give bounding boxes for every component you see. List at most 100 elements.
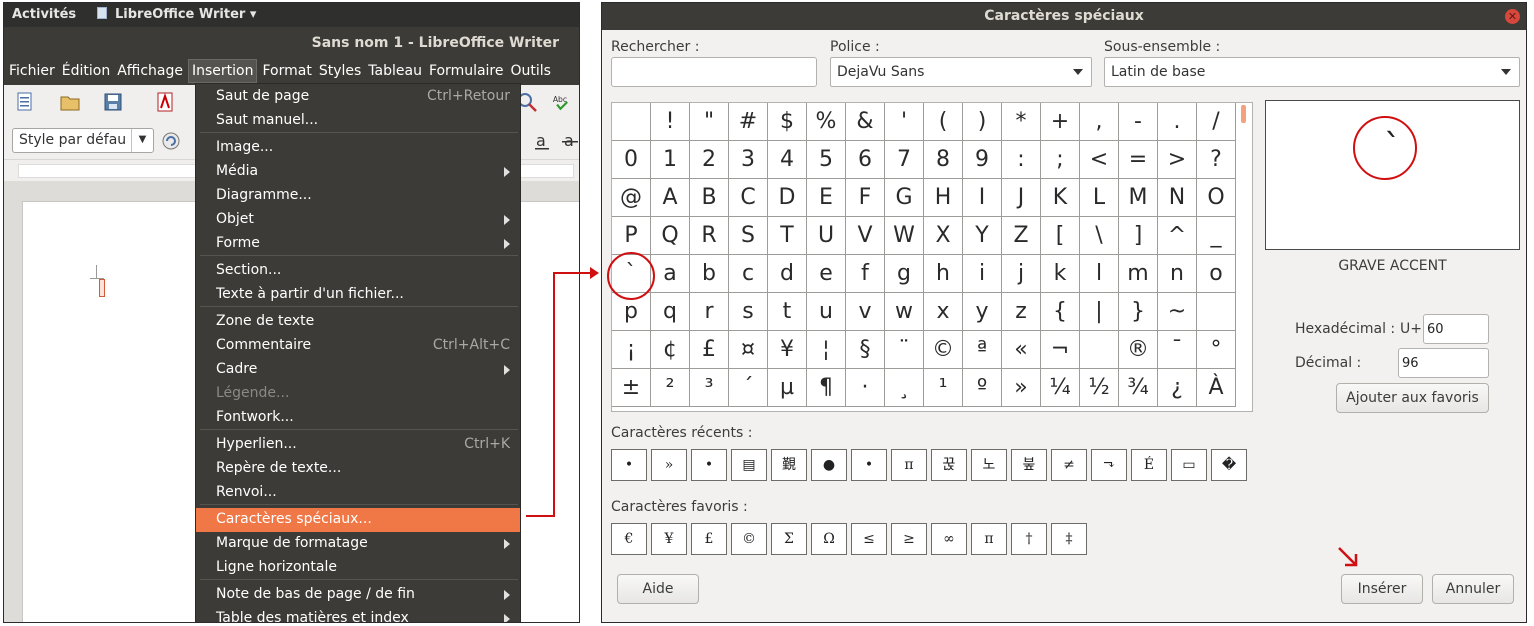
character-cell[interactable]: µ — [768, 369, 807, 407]
character-cell[interactable]: _ — [1197, 217, 1236, 255]
character-cell[interactable]: § — [846, 331, 885, 369]
character-cell[interactable]: ¹ — [924, 369, 963, 407]
favorite-character-cell[interactable]: Σ — [771, 523, 807, 555]
character-cell[interactable]: I — [963, 179, 1002, 217]
character-cell[interactable]: O — [1197, 179, 1236, 217]
character-cell[interactable]: ) — [963, 103, 1002, 141]
character-cell[interactable] — [1197, 293, 1236, 331]
character-cell[interactable]: Y — [963, 217, 1002, 255]
character-cell[interactable]: B — [690, 179, 729, 217]
menu-outils[interactable]: Outils — [509, 59, 553, 83]
character-cell[interactable]: ] — [1119, 217, 1158, 255]
character-cell[interactable]: f — [846, 255, 885, 293]
character-cell[interactable]: Q — [651, 217, 690, 255]
character-cell[interactable]: X — [924, 217, 963, 255]
character-cell[interactable]: 4 — [768, 141, 807, 179]
character-cell[interactable]: 7 — [885, 141, 924, 179]
character-cell[interactable]: s — [729, 293, 768, 331]
recent-character-cell[interactable]: » — [651, 449, 687, 481]
character-cell[interactable]: U — [807, 217, 846, 255]
insert-menu-item-hyperlien[interactable]: Hyperlien... Ctrl+K — [196, 433, 520, 457]
character-cell[interactable] — [1080, 331, 1119, 369]
chevron-down-icon[interactable]: ▼ — [131, 129, 153, 152]
insert-menu-item-saut-de-page[interactable]: Saut de page Ctrl+Retour — [196, 85, 520, 109]
favorite-character-cell[interactable]: ‡ — [1051, 523, 1087, 555]
menu-edition[interactable]: Édition — [60, 59, 112, 83]
character-cell[interactable]: ¢ — [651, 331, 690, 369]
recent-character-cell[interactable]: 노 — [971, 449, 1007, 481]
character-cell[interactable]: m — [1119, 255, 1158, 293]
character-cell[interactable]: 2 — [690, 141, 729, 179]
recent-character-cell[interactable]: ● — [811, 449, 847, 481]
help-button[interactable]: Aide — [617, 574, 699, 604]
menu-insertion[interactable]: Insertion — [187, 59, 258, 83]
character-cell[interactable]: ³ — [690, 369, 729, 407]
character-cell[interactable]: ? — [1197, 141, 1236, 179]
character-cell[interactable]: " — [690, 103, 729, 141]
character-cell[interactable]: + — [1041, 103, 1080, 141]
character-cell[interactable]: | — [1080, 293, 1119, 331]
character-cell[interactable]: q — [651, 293, 690, 331]
app-menu[interactable]: LibreOffice Writer ▾ — [97, 7, 256, 22]
character-cell[interactable]: W — [885, 217, 924, 255]
character-cell[interactable]: M — [1119, 179, 1158, 217]
recent-character-cell[interactable]: 꾽 — [931, 449, 967, 481]
character-cell[interactable]: @ — [612, 179, 651, 217]
recent-character-cell[interactable]: • — [851, 449, 887, 481]
character-cell[interactable]: ¼ — [1041, 369, 1080, 407]
character-cell[interactable]: l — [1080, 255, 1119, 293]
character-cell[interactable]: H — [924, 179, 963, 217]
insert-menu-item-image[interactable]: Image... — [196, 136, 520, 160]
character-cell[interactable]: / — [1197, 103, 1236, 141]
character-cell[interactable]: S — [729, 217, 768, 255]
insert-menu-item-diagramme[interactable]: Diagramme... — [196, 184, 520, 208]
favorite-character-cell[interactable]: ∞ — [931, 523, 967, 555]
character-cell[interactable]: ± — [612, 369, 651, 407]
recent-character-cell[interactable]: π — [891, 449, 927, 481]
favorite-character-cell[interactable]: π — [971, 523, 1007, 555]
character-cell[interactable]: h — [924, 255, 963, 293]
close-icon[interactable]: ✕ — [1505, 9, 1520, 24]
character-cell[interactable]: £ — [690, 331, 729, 369]
character-cell[interactable]: v — [846, 293, 885, 331]
character-cell[interactable]: 1 — [651, 141, 690, 179]
open-folder-icon[interactable] — [59, 91, 81, 113]
insert-menu-item-saut-manuel[interactable]: Saut manuel... — [196, 109, 520, 133]
menu-affichage[interactable]: Affichage — [115, 59, 185, 83]
character-cell[interactable]: ´ — [729, 369, 768, 407]
menu-format[interactable]: Format — [260, 59, 313, 83]
character-cell[interactable]: ¯ — [1158, 331, 1197, 369]
favorite-character-cell[interactable]: © — [731, 523, 767, 555]
character-cell[interactable]: ® — [1119, 331, 1158, 369]
export-pdf-icon[interactable] — [154, 91, 176, 113]
character-cell[interactable]: ¦ — [807, 331, 846, 369]
character-cell[interactable]: , — [1080, 103, 1119, 141]
character-cell[interactable]: º — [963, 369, 1002, 407]
character-cell[interactable]: ¨ — [885, 331, 924, 369]
activities-button[interactable]: Activités — [12, 7, 76, 22]
character-cell[interactable]: © — [924, 331, 963, 369]
menu-formulaire[interactable]: Formulaire — [427, 59, 506, 83]
favorite-character-cell[interactable]: ≥ — [891, 523, 927, 555]
menu-tableau[interactable]: Tableau — [366, 59, 424, 83]
character-cell[interactable]: n — [1158, 255, 1197, 293]
update-style-icon[interactable] — [160, 130, 182, 152]
character-cell[interactable]: ! — [651, 103, 690, 141]
character-cell[interactable]: # — [729, 103, 768, 141]
insert-menu-item-texte-a-partir-d-un-fichier[interactable]: Texte à partir d'un fichier... — [196, 283, 520, 307]
character-cell[interactable]: ¶ — [807, 369, 846, 407]
recent-character-cell[interactable]: • — [611, 449, 647, 481]
character-cell[interactable]: ' — [885, 103, 924, 141]
favorite-character-cell[interactable]: ¥ — [651, 523, 687, 555]
menu-styles[interactable]: Styles — [317, 59, 363, 83]
character-cell[interactable]: - — [1119, 103, 1158, 141]
insert-menu-item-caracteres-speciaux[interactable]: Caractères spéciaux... — [196, 508, 520, 532]
insert-menu-item-commentaire[interactable]: Commentaire Ctrl+Alt+C — [196, 334, 520, 358]
save-icon[interactable] — [102, 91, 124, 113]
font-select[interactable]: DejaVu Sans — [830, 57, 1092, 87]
character-cell[interactable]: y — [963, 293, 1002, 331]
cancel-button[interactable]: Annuler — [1432, 574, 1514, 604]
character-cell[interactable]: \ — [1080, 217, 1119, 255]
character-cell[interactable]: 9 — [963, 141, 1002, 179]
new-document-icon[interactable] — [14, 91, 36, 113]
